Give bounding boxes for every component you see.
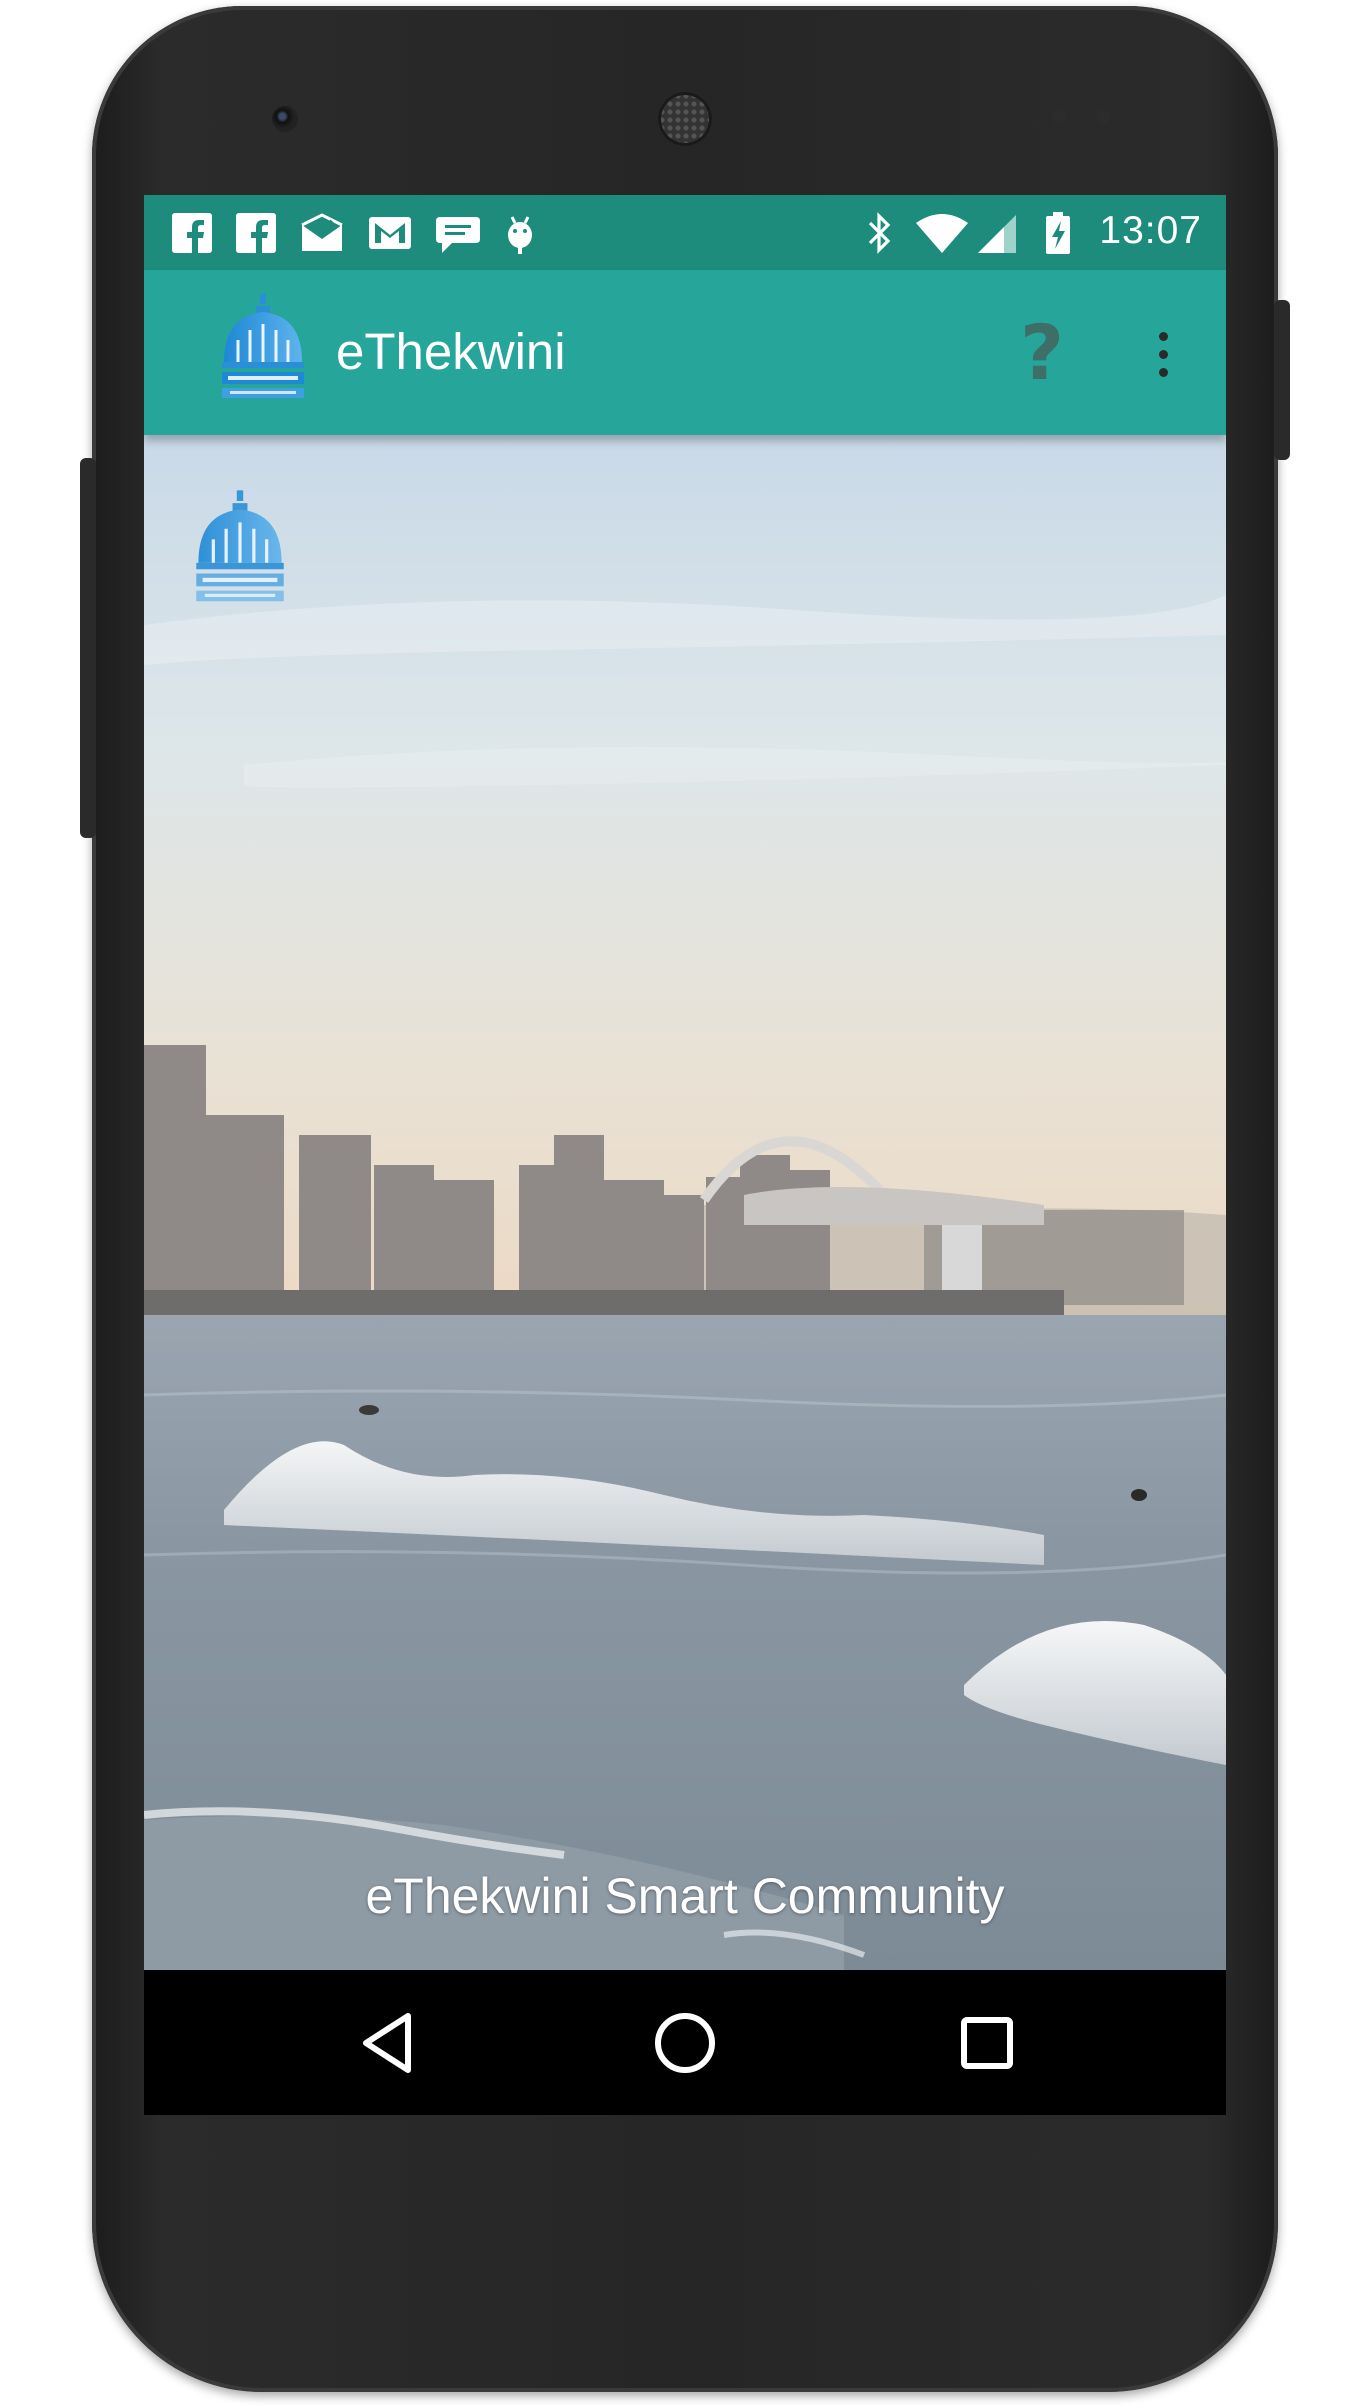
volume-button [80,458,96,838]
earpiece-speaker [658,92,712,146]
ethekwini-municipality-logo [222,294,304,398]
app-bar: eThekwini ? [144,270,1226,435]
bluetooth-icon [868,212,891,254]
navigation-bar [144,1970,1226,2115]
proximity-sensor [1052,110,1066,124]
facebook-icon [172,213,212,253]
home-icon[interactable] [650,2008,720,2078]
ethekwini-municipality-logo [196,490,284,602]
home-content: eThekwini Smart Community [144,435,1226,1970]
facebook-icon [236,213,276,253]
screen: 13:07 eThekwini ? eThekwini Smart Commun… [144,195,1226,2115]
front-camera [272,106,298,132]
recents-icon[interactable] [952,2008,1022,2078]
background-photo [144,435,1226,1970]
help-button[interactable]: ? [1006,308,1078,398]
status-bar: 13:07 [144,195,1226,270]
app-title: eThekwini [336,323,566,380]
light-sensor [1096,110,1110,124]
status-time: 13:07 [1099,209,1202,252]
wifi-icon [916,214,968,253]
chat-bubble-icon [436,217,480,253]
tagline: eThekwini Smart Community [365,1868,1005,1924]
cell-signal-icon [978,215,1016,253]
power-button [1274,300,1290,460]
more-vert-icon[interactable] [1148,310,1178,400]
android-debug-icon [508,216,532,254]
back-icon[interactable] [354,2008,424,2078]
gmail-icon [369,217,411,249]
battery-charging-icon [1046,212,1070,254]
mail-check-icon [301,213,343,251]
